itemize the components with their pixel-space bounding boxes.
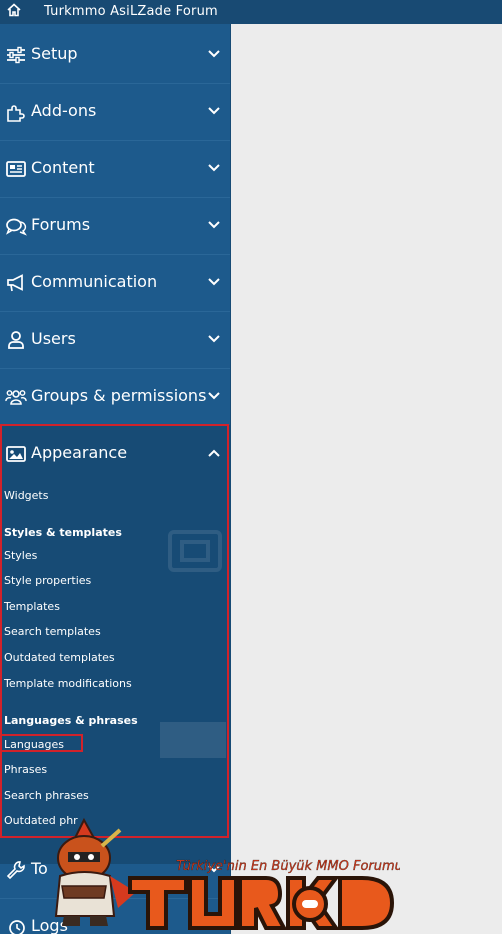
link-widgets[interactable]: Widgets	[4, 489, 48, 502]
nav-content[interactable]: Content	[0, 140, 231, 198]
nav-forums[interactable]: Forums	[0, 197, 231, 255]
chevron-down-icon	[208, 221, 220, 229]
nav-users-label: Users	[31, 329, 76, 348]
sliders-icon	[7, 46, 25, 64]
nav-appearance[interactable]: Appearance	[0, 425, 231, 482]
gamepad-icon	[302, 900, 318, 908]
mascot-image	[54, 817, 136, 926]
nav-forums-label: Forums	[31, 215, 91, 234]
comments-icon	[6, 218, 27, 236]
language-watermark-icon	[160, 722, 226, 758]
nav-groups-label: Groups & permissions	[31, 386, 207, 405]
nav-setup-label: Setup	[31, 44, 78, 63]
nav-communication[interactable]: Communication	[0, 254, 231, 312]
newspaper-icon	[6, 161, 26, 177]
chevron-down-icon	[208, 335, 220, 343]
users-icon	[5, 390, 27, 405]
puzzle-icon	[7, 105, 25, 122]
chevron-down-icon	[208, 278, 220, 286]
link-languages[interactable]: Languages	[4, 738, 64, 751]
link-styles[interactable]: Styles	[4, 549, 37, 562]
nav-content-label: Content	[31, 158, 95, 177]
nav-groups-permissions[interactable]: Groups & permissions	[0, 368, 231, 426]
chevron-down-icon	[208, 107, 220, 115]
nav-addons[interactable]: Add-ons	[0, 83, 231, 141]
link-search-phrases[interactable]: Search phrases	[4, 789, 89, 802]
nav-addons-label: Add-ons	[31, 101, 97, 120]
megaphone-icon	[7, 274, 23, 292]
top-bar: Turkmmo AsiLZade Forum	[0, 0, 502, 24]
link-style-properties[interactable]: Style properties	[4, 574, 91, 587]
chevron-up-icon	[208, 449, 220, 457]
logo-wordmark	[128, 876, 395, 930]
image-icon	[6, 446, 26, 462]
link-outdated-templates[interactable]: Outdated templates	[4, 651, 115, 664]
home-icon[interactable]	[6, 2, 22, 18]
logo-tagline: Türkiye'nin En Büyük MMO Forumu	[176, 859, 400, 874]
chevron-down-icon	[208, 164, 220, 172]
link-phrases[interactable]: Phrases	[4, 763, 47, 776]
turkmmo-logo: Türkiye'nin En Büyük MMO Forumu	[54, 817, 400, 930]
nav-users[interactable]: Users	[0, 311, 231, 369]
heading-languages-phrases: Languages & phrases	[4, 714, 138, 727]
admin-sidebar: Setup Add-ons Content Forums Communicati…	[0, 24, 231, 934]
history-icon	[9, 920, 25, 934]
style-watermark-icon	[168, 530, 222, 572]
user-icon	[8, 331, 24, 349]
chevron-down-icon	[208, 392, 220, 400]
nav-setup[interactable]: Setup	[0, 26, 231, 84]
wrench-icon	[6, 861, 25, 880]
link-search-templates[interactable]: Search templates	[4, 625, 101, 638]
nav-appearance-label: Appearance	[31, 443, 128, 462]
link-templates[interactable]: Templates	[4, 600, 60, 613]
chevron-down-icon	[208, 50, 220, 58]
nav-communication-label: Communication	[31, 272, 158, 291]
heading-styles-templates: Styles & templates	[4, 526, 122, 539]
link-template-modifications[interactable]: Template modifications	[4, 677, 132, 690]
board-title[interactable]: Turkmmo AsiLZade Forum	[44, 4, 218, 19]
